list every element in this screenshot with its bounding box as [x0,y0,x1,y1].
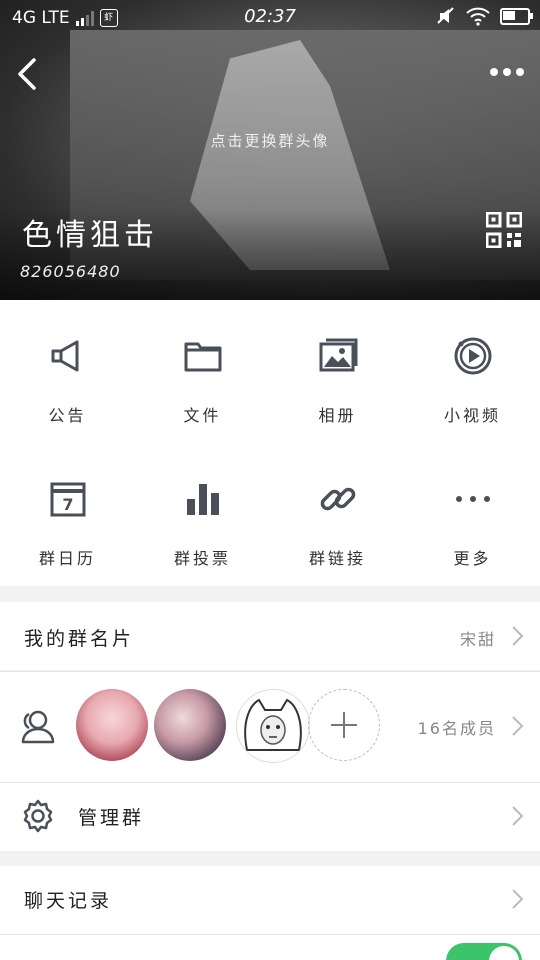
megaphone-icon [51,340,79,372]
manage-group-row[interactable]: 管理群 [0,783,540,851]
more-dots-icon [456,496,490,502]
folder-icon [184,342,222,372]
status-right [436,6,533,26]
chat-history-row[interactable]: 聊天记录 [0,866,540,934]
my-group-card-value: 宋甜 [459,630,496,649]
tile-album[interactable]: 相册 [270,300,405,443]
back-arrow-icon[interactable] [14,56,44,92]
calendar-day: 7 [62,495,73,514]
tile-calendar[interactable]: 7 群日历 [0,443,135,586]
tile-label: 群链接 [308,549,366,568]
feature-grid: 公告 文件 相册 小视频 7 群日历 群投票 群链接 更多 [0,300,540,586]
tile-short-video[interactable]: 小视频 [405,300,540,443]
member-avatar[interactable] [76,689,148,761]
my-group-card-label: 我的群名片 [24,628,135,650]
plus-icon [331,712,357,738]
tile-more[interactable]: 更多 [405,443,540,586]
tile-announcement[interactable]: 公告 [0,300,135,443]
my-group-card-row[interactable]: 我的群名片 宋甜 [0,602,540,670]
tile-label: 相册 [318,406,357,425]
tile-label: 公告 [48,406,87,425]
tile-label: 更多 [453,549,492,568]
group-name: 色情狙击 [22,218,158,253]
more-options-icon[interactable] [488,60,526,84]
tile-label: 群投票 [173,549,231,568]
calendar-icon: 7 [50,482,86,517]
change-avatar-hint[interactable]: 点击更换群头像 [0,130,540,151]
mute-icon [437,7,454,24]
link-icon [320,487,356,511]
video-icon [454,337,492,375]
chat-history-label: 聊天记录 [24,890,113,912]
tile-link[interactable]: 群链接 [270,443,405,586]
chevron-right-icon [512,889,524,909]
tile-vote[interactable]: 群投票 [135,443,270,586]
album-icon [319,338,358,372]
member-avatar[interactable] [154,689,226,761]
cat-face-icon [244,698,302,751]
manage-group-label: 管理群 [78,807,145,829]
status-bar: 4G LTE 虾 02:37 [0,0,540,34]
member-count: 16名成员 [417,719,496,738]
battery-icon [500,7,533,25]
chevron-right-icon [512,716,524,736]
member-avatar[interactable] [236,689,310,763]
group-id: 826056480 [20,262,121,281]
chevron-right-icon [512,806,524,826]
gear-icon [23,799,53,833]
members-icon [21,710,55,744]
qr-code-icon[interactable] [486,212,522,248]
tile-label: 小视频 [443,406,501,425]
vote-chart-icon [187,484,219,515]
chevron-right-icon [512,626,524,646]
wifi-icon [466,7,490,26]
tile-label: 文件 [183,406,222,425]
tile-files[interactable]: 文件 [135,300,270,443]
add-member-button[interactable] [308,689,380,761]
settings-row-partial[interactable] [0,935,540,960]
tile-label: 群日历 [38,549,96,568]
members-row[interactable]: 16名成员 [0,672,540,782]
setting-toggle[interactable] [446,943,522,960]
